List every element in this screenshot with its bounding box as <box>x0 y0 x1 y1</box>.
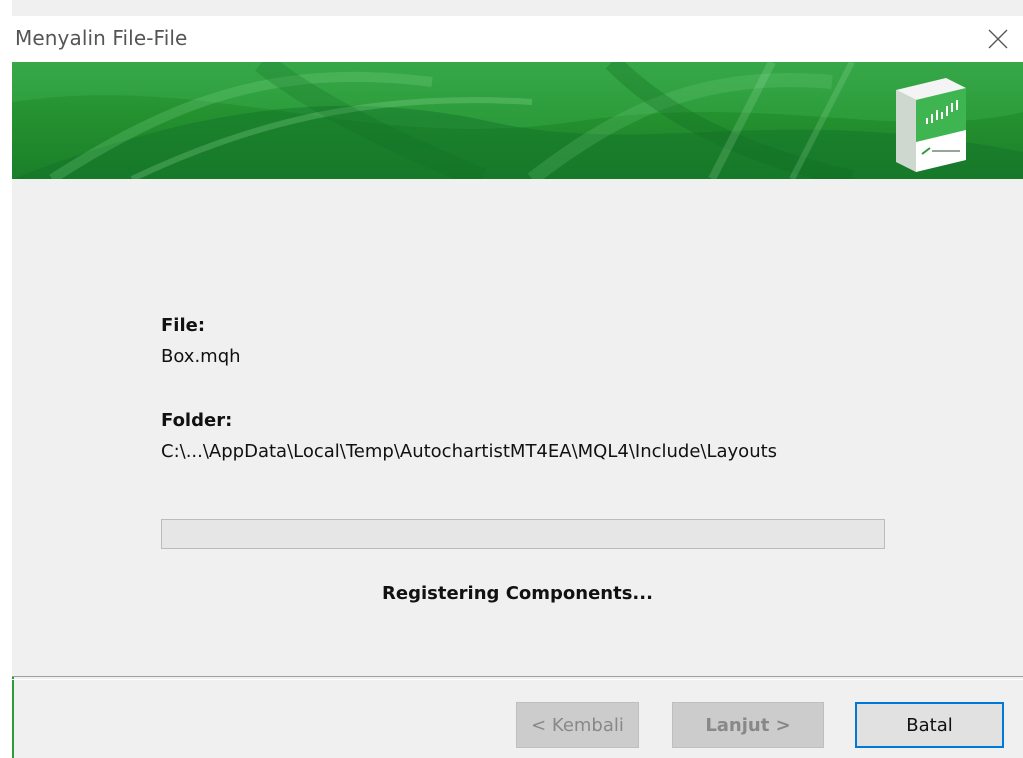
status-text: Registering Components... <box>382 583 653 604</box>
title-bar: Menyalin File-File <box>12 16 1023 62</box>
back-button[interactable]: < Kembali <box>516 702 639 748</box>
product-box-icon <box>896 78 966 172</box>
button-bar: < Kembali Lanjut > Batal <box>12 678 1023 758</box>
progress-panel: File: Box.mqh Folder: C:\...\AppData\Loc… <box>12 179 1023 676</box>
file-label: File: <box>161 315 206 336</box>
file-value: Box.mqh <box>161 346 241 367</box>
installer-window: Menyalin File-File File: Box.mqh Folder:… <box>0 0 1023 758</box>
close-icon <box>988 29 1008 49</box>
banner-swoosh-graphic <box>12 62 1023 179</box>
progress-bar <box>161 519 885 549</box>
cancel-button[interactable]: Batal <box>855 702 1004 748</box>
close-button[interactable] <box>973 16 1023 62</box>
folder-value: C:\...\AppData\Local\Temp\AutochartistMT… <box>161 441 778 462</box>
folder-label: Folder: <box>161 410 233 431</box>
window-top-strip <box>12 0 1023 16</box>
window-title: Menyalin File-File <box>15 26 188 50</box>
header-banner <box>12 62 1023 179</box>
next-button[interactable]: Lanjut > <box>672 702 824 748</box>
